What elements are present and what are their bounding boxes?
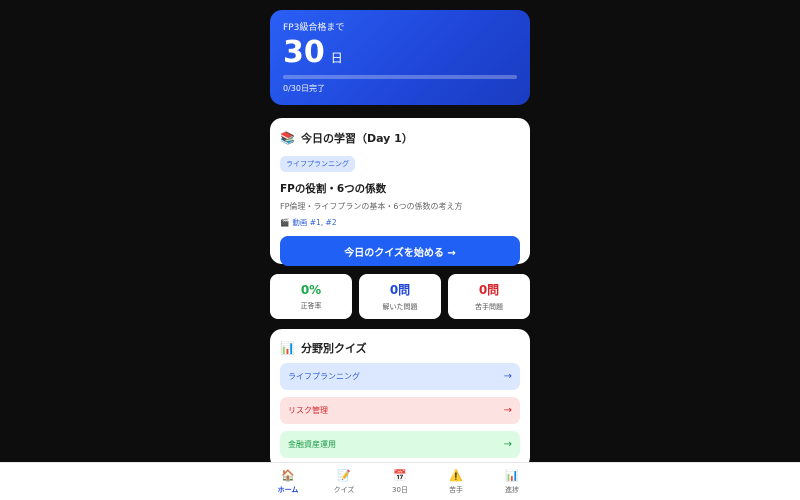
nav-progress[interactable]: 📊 進捗 [484, 463, 540, 500]
bar-chart-icon: 📊 [505, 468, 519, 482]
progress-bar [283, 75, 517, 79]
countdown-unit: 日 [330, 51, 343, 65]
stat-label: 苦手問題 [475, 303, 503, 311]
lesson-description: FP倫理・ライフプランの基本・6つの係数の考え方 [280, 202, 463, 211]
clapper-icon: 🎬 [280, 218, 290, 227]
video-text: 動画 #1, #2 [292, 218, 337, 227]
countdown-days: 30 [283, 35, 325, 70]
quiz-title: 分野別クイズ [300, 342, 367, 355]
category-tag: ライフプランニング [280, 156, 355, 172]
stat-value: 0問 [478, 283, 500, 297]
countdown-value: 30 日 [283, 37, 517, 69]
warning-icon: ⚠️ [449, 468, 463, 482]
bar-chart-icon: 📊 [280, 341, 295, 355]
calendar-icon: 📅 [393, 468, 407, 482]
bottom-navigation: 🏠 ホーム 📝 クイズ 📅 30日 ⚠️ 苦手 📊 進捗 [0, 462, 800, 500]
home-icon: 🏠 [281, 468, 295, 482]
countdown-label: FP3級合格まで [283, 23, 345, 33]
nav-weak[interactable]: ⚠️ 苦手 [428, 463, 484, 500]
nav-label: ホーム [277, 485, 299, 494]
nav-label: 進捗 [505, 485, 519, 494]
stat-accuracy: 0% 正答率 [270, 274, 352, 319]
main-column: FP3級合格まで 30 日 0/30日完了 📚 今日の学習（Day 1） ライフ… [270, 10, 530, 469]
nav-30days[interactable]: 📅 30日 [372, 463, 428, 500]
stat-weak: 0問 苦手問題 [448, 274, 530, 319]
lesson-title: FPの役割・6つの係数 [280, 183, 387, 195]
nav-label: 苦手 [449, 485, 463, 494]
start-quiz-button[interactable]: 今日のクイズを始める → [280, 236, 520, 266]
quiz-item-financial-assets[interactable]: 金融資産運用 → [280, 431, 520, 458]
today-title-row: 📚 今日の学習（Day 1） [280, 130, 520, 146]
today-study-card: 📚 今日の学習（Day 1） ライフプランニング FPの役割・6つの係数 FP倫… [270, 118, 530, 266]
arrow-right-icon: → [503, 439, 512, 450]
pencil-memo-icon: 📝 [337, 468, 351, 482]
category-quiz-card: 📊 分野別クイズ ライフプランニング → リスク管理 → 金融資産運用 → [270, 329, 530, 469]
stats-row: 0% 正答率 0問 解いた問題 0問 苦手問題 [270, 274, 530, 319]
stat-solved: 0問 解いた問題 [359, 274, 441, 319]
nav-label: 30日 [392, 485, 408, 494]
video-link[interactable]: 🎬 動画 #1, #2 [280, 217, 520, 228]
quiz-item-label: 金融資産運用 [288, 440, 336, 449]
quiz-title-row: 📊 分野別クイズ [280, 340, 520, 356]
stat-label: 解いた問題 [382, 303, 418, 311]
nav-label: クイズ [333, 485, 355, 494]
stat-label: 正答率 [300, 301, 322, 310]
quiz-item-label: ライフプランニング [288, 372, 360, 381]
nav-home[interactable]: 🏠 ホーム [260, 463, 316, 500]
countdown-card: FP3級合格まで 30 日 0/30日完了 [270, 10, 530, 105]
nav-quiz[interactable]: 📝 クイズ [316, 463, 372, 500]
books-icon: 📚 [280, 131, 295, 145]
arrow-right-icon: → [503, 371, 512, 382]
today-title: 今日の学習（Day 1） [300, 132, 413, 145]
stat-value: 0問 [389, 283, 411, 297]
progress-text: 0/30日完了 [283, 84, 325, 93]
stat-value: 0% [300, 282, 322, 297]
quiz-item-life-planning[interactable]: ライフプランニング → [280, 363, 520, 390]
arrow-right-icon: → [503, 405, 512, 416]
quiz-item-risk-management[interactable]: リスク管理 → [280, 397, 520, 424]
quiz-item-label: リスク管理 [288, 406, 328, 415]
